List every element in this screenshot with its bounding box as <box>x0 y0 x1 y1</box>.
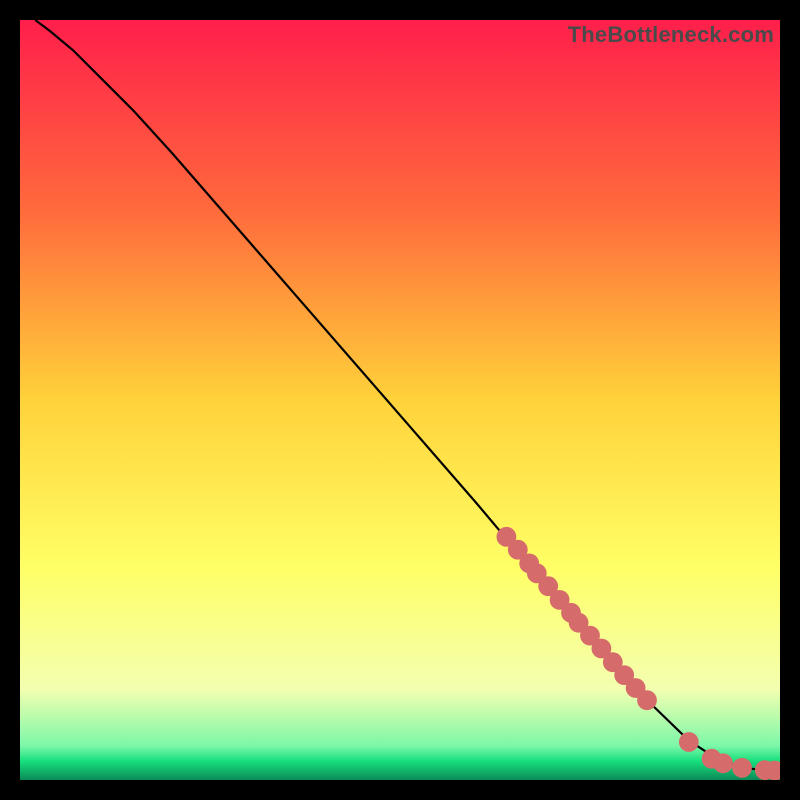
data-marker <box>679 732 699 752</box>
chart-frame: TheBottleneck.com <box>20 20 780 780</box>
gradient-background <box>20 20 780 780</box>
data-marker <box>732 758 752 778</box>
watermark-text: TheBottleneck.com <box>568 22 774 48</box>
bottleneck-chart <box>20 20 780 780</box>
data-marker <box>637 690 657 710</box>
data-marker <box>713 753 733 773</box>
